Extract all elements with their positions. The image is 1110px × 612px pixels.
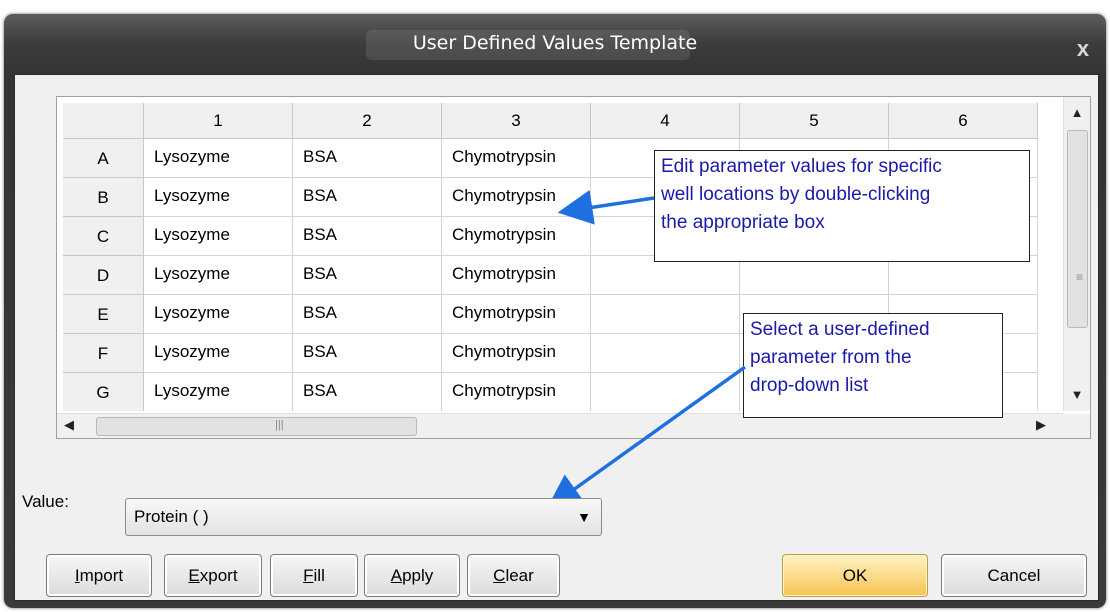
dialog-window: User Defined Values Template x 1 2 3 4 5 6 A Ly… (4, 14, 1106, 608)
row-header[interactable]: C (63, 217, 144, 256)
grid-cell[interactable]: Lysozyme (144, 334, 293, 373)
fill-button[interactable]: Fill (270, 554, 358, 597)
grid-cell[interactable]: Lysozyme (144, 139, 293, 178)
column-header[interactable]: 6 (889, 103, 1038, 139)
row-header[interactable]: F (63, 334, 144, 373)
select-callout: Select a user-defined parameter from the… (743, 313, 1003, 418)
grid-cell[interactable]: BSA (293, 295, 442, 334)
grid-cell[interactable]: Chymotrypsin (442, 295, 591, 334)
grid-cell[interactable]: BSA (293, 373, 442, 411)
title-bar: User Defined Values Template x (4, 14, 1106, 72)
column-header[interactable]: 2 (293, 103, 442, 139)
scroll-up-icon[interactable]: ▲ (1064, 105, 1090, 120)
dialog-title: User Defined Values Template (412, 32, 698, 54)
grid-cell[interactable]: Chymotrypsin (442, 373, 591, 411)
close-icon[interactable]: x (1070, 36, 1096, 62)
value-dropdown[interactable]: Protein ( ) ▼ (125, 498, 602, 536)
vertical-scrollbar[interactable]: ▲ ≡ ▼ (1063, 97, 1090, 411)
row-header[interactable]: G (63, 373, 144, 411)
export-accelerator: E (188, 566, 200, 585)
row-header[interactable]: B (63, 178, 144, 217)
column-header[interactable]: 3 (442, 103, 591, 139)
grid-cell[interactable]: Lysozyme (144, 256, 293, 295)
grid-cell[interactable]: Chymotrypsin (442, 217, 591, 256)
column-header[interactable]: 1 (144, 103, 293, 139)
grid-cell[interactable]: Chymotrypsin (442, 139, 591, 178)
vertical-scroll-thumb[interactable]: ≡ (1067, 130, 1088, 328)
chevron-down-icon[interactable]: ▼ (577, 499, 591, 535)
apply-accelerator: A (390, 566, 403, 585)
row-header[interactable]: D (63, 256, 144, 295)
grid-cell[interactable]: BSA (293, 334, 442, 373)
import-button[interactable]: Import (46, 554, 152, 597)
column-header[interactable]: 4 (591, 103, 740, 139)
scroll-right-icon[interactable]: ▶ (1033, 417, 1049, 433)
row-header[interactable]: A (63, 139, 144, 178)
grip-icon: ||| (275, 419, 284, 431)
grip-icon: ≡ (1076, 270, 1084, 284)
cancel-button[interactable]: Cancel (941, 554, 1087, 597)
select-callout-line: parameter from the (750, 347, 912, 368)
grid-corner-header (63, 103, 144, 139)
export-button[interactable]: Export (164, 554, 262, 597)
edit-callout-line: well locations by double-clicking (661, 184, 931, 205)
grid-cell[interactable] (591, 295, 740, 334)
value-label: Value: (22, 492, 69, 511)
grid-cell[interactable]: BSA (293, 256, 442, 295)
ok-button[interactable]: OK (782, 554, 928, 597)
grid-cell[interactable] (591, 334, 740, 373)
value-dropdown-text: Protein ( ) (134, 507, 209, 526)
grid-cell[interactable]: Chymotrypsin (442, 334, 591, 373)
clear-label: lear (505, 566, 534, 585)
fill-accelerator: F (303, 566, 314, 585)
row-header[interactable]: E (63, 295, 144, 334)
clear-button[interactable]: Clear (467, 554, 560, 597)
select-callout-line: Select a user-defined (750, 319, 930, 340)
column-header[interactable]: 5 (740, 103, 889, 139)
export-label: xport (199, 566, 238, 585)
grid-cell[interactable] (591, 373, 740, 411)
grid-cell[interactable]: Lysozyme (144, 217, 293, 256)
grid-cell[interactable]: Lysozyme (144, 178, 293, 217)
grid-cell[interactable]: BSA (293, 217, 442, 256)
edit-callout-line: Edit parameter values for specific (661, 156, 942, 177)
apply-button[interactable]: Apply (364, 554, 460, 597)
horizontal-scroll-thumb[interactable]: ||| (96, 417, 417, 436)
fill-label: ill (313, 566, 325, 585)
grid-cell[interactable]: Chymotrypsin (442, 178, 591, 217)
edit-callout: Edit parameter values for specific well … (654, 150, 1030, 262)
import-label: mport (79, 566, 124, 585)
grid-cell[interactable]: BSA (293, 178, 442, 217)
clear-accelerator: C (493, 566, 506, 585)
scrollbar-corner (1064, 414, 1090, 438)
grid-cell[interactable]: Lysozyme (144, 295, 293, 334)
apply-label: pply (402, 566, 434, 585)
edit-callout-line: the appropriate box (661, 212, 825, 233)
grid-cell[interactable]: Lysozyme (144, 373, 293, 411)
scroll-left-icon[interactable]: ◀ (61, 417, 77, 433)
grid-cell[interactable]: BSA (293, 139, 442, 178)
grid-cell[interactable]: Chymotrypsin (442, 256, 591, 295)
select-callout-line: drop-down list (750, 375, 869, 396)
scroll-down-icon[interactable]: ▼ (1064, 387, 1090, 402)
